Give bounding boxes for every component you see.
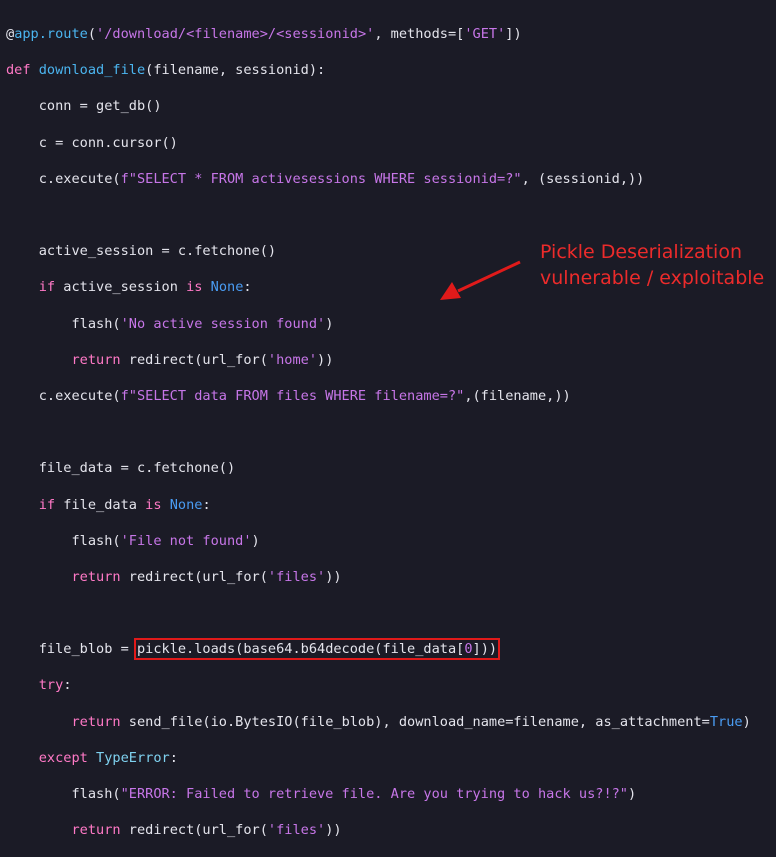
keyword: return: [71, 568, 121, 585]
code-token: send_file(io.BytesIO(file_blob), downloa…: [120, 713, 710, 730]
code-line: file_data = c.fetchone(): [6, 460, 236, 477]
code-token: redirect(url_for(: [120, 568, 268, 585]
string: 'files': [267, 822, 326, 839]
string: 'File not found': [120, 532, 252, 549]
annotation-arrow-icon: [440, 260, 521, 300]
code-line: flash("ERROR: Failed to retrieve file. A…: [6, 785, 751, 803]
code-line: except TypeError:: [6, 749, 751, 767]
string: 'files': [267, 568, 326, 585]
code-token: :: [169, 749, 178, 766]
code-token: ): [628, 786, 637, 803]
code-token: ])): [472, 641, 498, 658]
exception-class: TypeError: [96, 749, 170, 766]
arrow-head: [440, 282, 461, 300]
code-line: if file_data is None:: [6, 496, 751, 514]
string: "ERROR: Failed to retrieve file. Are you…: [120, 786, 628, 803]
keyword: return: [71, 713, 121, 730]
index-number: 0: [464, 641, 473, 658]
keyword: is: [145, 496, 162, 513]
code-token: :: [202, 496, 211, 513]
code-token: redirect(url_for(: [120, 822, 268, 839]
code-token: file_blob =: [6, 641, 137, 658]
code-line: return redirect(url_for('files')): [6, 821, 751, 839]
constant: None: [169, 496, 203, 513]
keyword: return: [71, 822, 121, 839]
keyword: except: [38, 749, 88, 766]
code-token: ): [742, 713, 751, 730]
constant: True: [709, 713, 743, 730]
arrow-shaft: [457, 260, 521, 293]
keyword: if: [38, 496, 56, 513]
code-token: ): [251, 532, 260, 549]
code-token: pickle.loads(base64.b64decode(file_data[: [136, 641, 465, 658]
code-token: )): [325, 568, 342, 585]
vulnerable-code-highlight: pickle.loads(base64.b64decode(file_data[…: [133, 638, 501, 661]
code-line: return redirect(url_for('files')): [6, 568, 751, 586]
keyword: try: [38, 677, 64, 694]
code-line: file_blob = pickle.loads(base64.b64decod…: [6, 638, 751, 661]
code-token: flash(: [6, 786, 121, 803]
code-token: :: [63, 677, 72, 694]
code-token: file_data: [55, 496, 146, 513]
code-line: flash('File not found'): [6, 532, 751, 550]
code-line: try:: [6, 676, 751, 694]
code-line: return send_file(io.BytesIO(file_blob), …: [6, 713, 751, 731]
code-token: flash(: [6, 532, 121, 549]
code-token: )): [325, 822, 342, 839]
